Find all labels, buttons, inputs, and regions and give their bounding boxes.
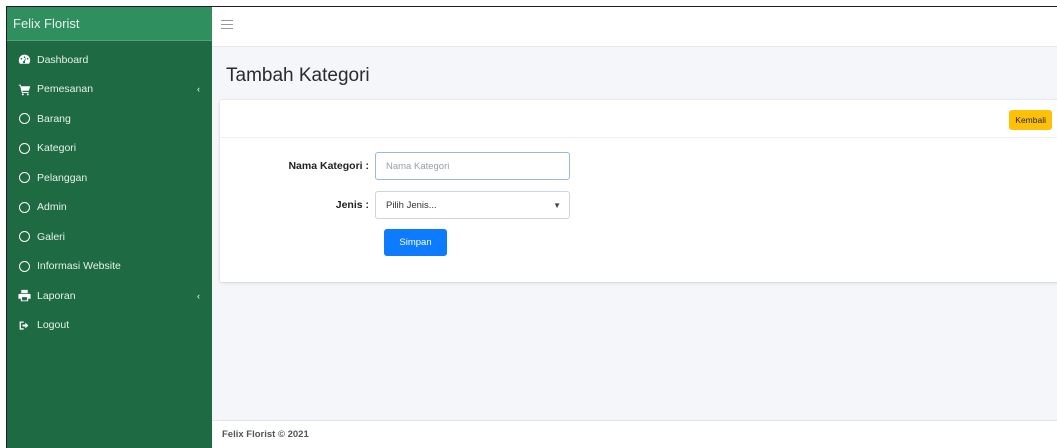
menu-toggle-icon[interactable] xyxy=(221,20,233,30)
sidebar-item-label: Galeri xyxy=(37,230,66,243)
sign-out-icon xyxy=(17,318,31,332)
sidebar-item-pelanggan[interactable]: Pelanggan xyxy=(7,163,212,193)
nama-kategori-row: Nama Kategori : xyxy=(220,152,570,180)
sidebar-item-label: Logout xyxy=(37,319,70,332)
sidebar-item-logout[interactable]: Logout xyxy=(7,311,212,341)
sidebar-item-label: Barang xyxy=(37,112,71,125)
sidebar-item-label: Kategori xyxy=(37,142,77,155)
dashboard-icon xyxy=(17,53,31,67)
nama-kategori-input[interactable] xyxy=(375,152,570,180)
chevron-down-icon: ▼ xyxy=(553,200,561,210)
form-card: Kembali Nama Kategori : Jenis : Pilih Je… xyxy=(220,100,1057,282)
top-navbar xyxy=(212,7,1057,47)
circle-icon xyxy=(17,200,31,214)
jenis-row: Jenis : Pilih Jenis... ▼ xyxy=(220,191,570,219)
sidebar-item-pemesanan[interactable]: Pemesanan ‹ xyxy=(7,75,212,105)
sidebar-item-galeri[interactable]: Galeri xyxy=(7,222,212,252)
sidebar-item-label: Pemesanan xyxy=(37,83,94,96)
sidebar-item-admin[interactable]: Admin xyxy=(7,193,212,223)
footer: Felix Florist © 2021 xyxy=(212,420,1057,448)
circle-icon xyxy=(17,141,31,155)
jenis-select[interactable]: Pilih Jenis... ▼ xyxy=(375,191,570,219)
sidebar-item-dashboard[interactable]: Dashboard xyxy=(7,45,212,75)
chevron-left-icon: ‹ xyxy=(197,84,200,95)
print-icon xyxy=(17,289,31,303)
sidebar: Felix Florist Dashboard Pemesanan ‹ Bara… xyxy=(7,7,212,448)
page-title: Tambah Kategori xyxy=(226,65,370,86)
card-header: Kembali xyxy=(220,100,1057,138)
sidebar-item-informasi-website[interactable]: Informasi Website xyxy=(7,252,212,282)
circle-icon xyxy=(17,171,31,185)
brand-logo[interactable]: Felix Florist xyxy=(7,7,212,41)
sidebar-item-kategori[interactable]: Kategori xyxy=(7,134,212,164)
circle-icon xyxy=(17,259,31,273)
sidebar-item-label: Laporan xyxy=(37,289,76,302)
sidebar-item-label: Dashboard xyxy=(37,53,89,66)
jenis-selected-value: Pilih Jenis... xyxy=(386,199,437,211)
chevron-left-icon: ‹ xyxy=(197,290,200,301)
circle-icon xyxy=(17,112,31,126)
main-content: Tambah Kategori Kembali Nama Kategori : … xyxy=(212,47,1057,448)
back-button[interactable]: Kembali xyxy=(1009,110,1052,130)
jenis-label: Jenis : xyxy=(335,199,369,211)
sidebar-nav: Dashboard Pemesanan ‹ Barang Kategori Pe… xyxy=(7,41,212,340)
app-window: Felix Florist Dashboard Pemesanan ‹ Bara… xyxy=(6,6,1057,448)
sidebar-item-label: Admin xyxy=(37,201,67,214)
sidebar-item-laporan[interactable]: Laporan ‹ xyxy=(7,281,212,311)
nama-kategori-label: Nama Kategori : xyxy=(288,160,369,172)
sidebar-item-label: Pelanggan xyxy=(37,171,88,184)
circle-icon xyxy=(17,230,31,244)
sidebar-item-label: Informasi Website xyxy=(37,260,121,273)
save-button[interactable]: Simpan xyxy=(384,229,447,256)
cart-icon xyxy=(17,82,31,96)
sidebar-item-barang[interactable]: Barang xyxy=(7,104,212,134)
